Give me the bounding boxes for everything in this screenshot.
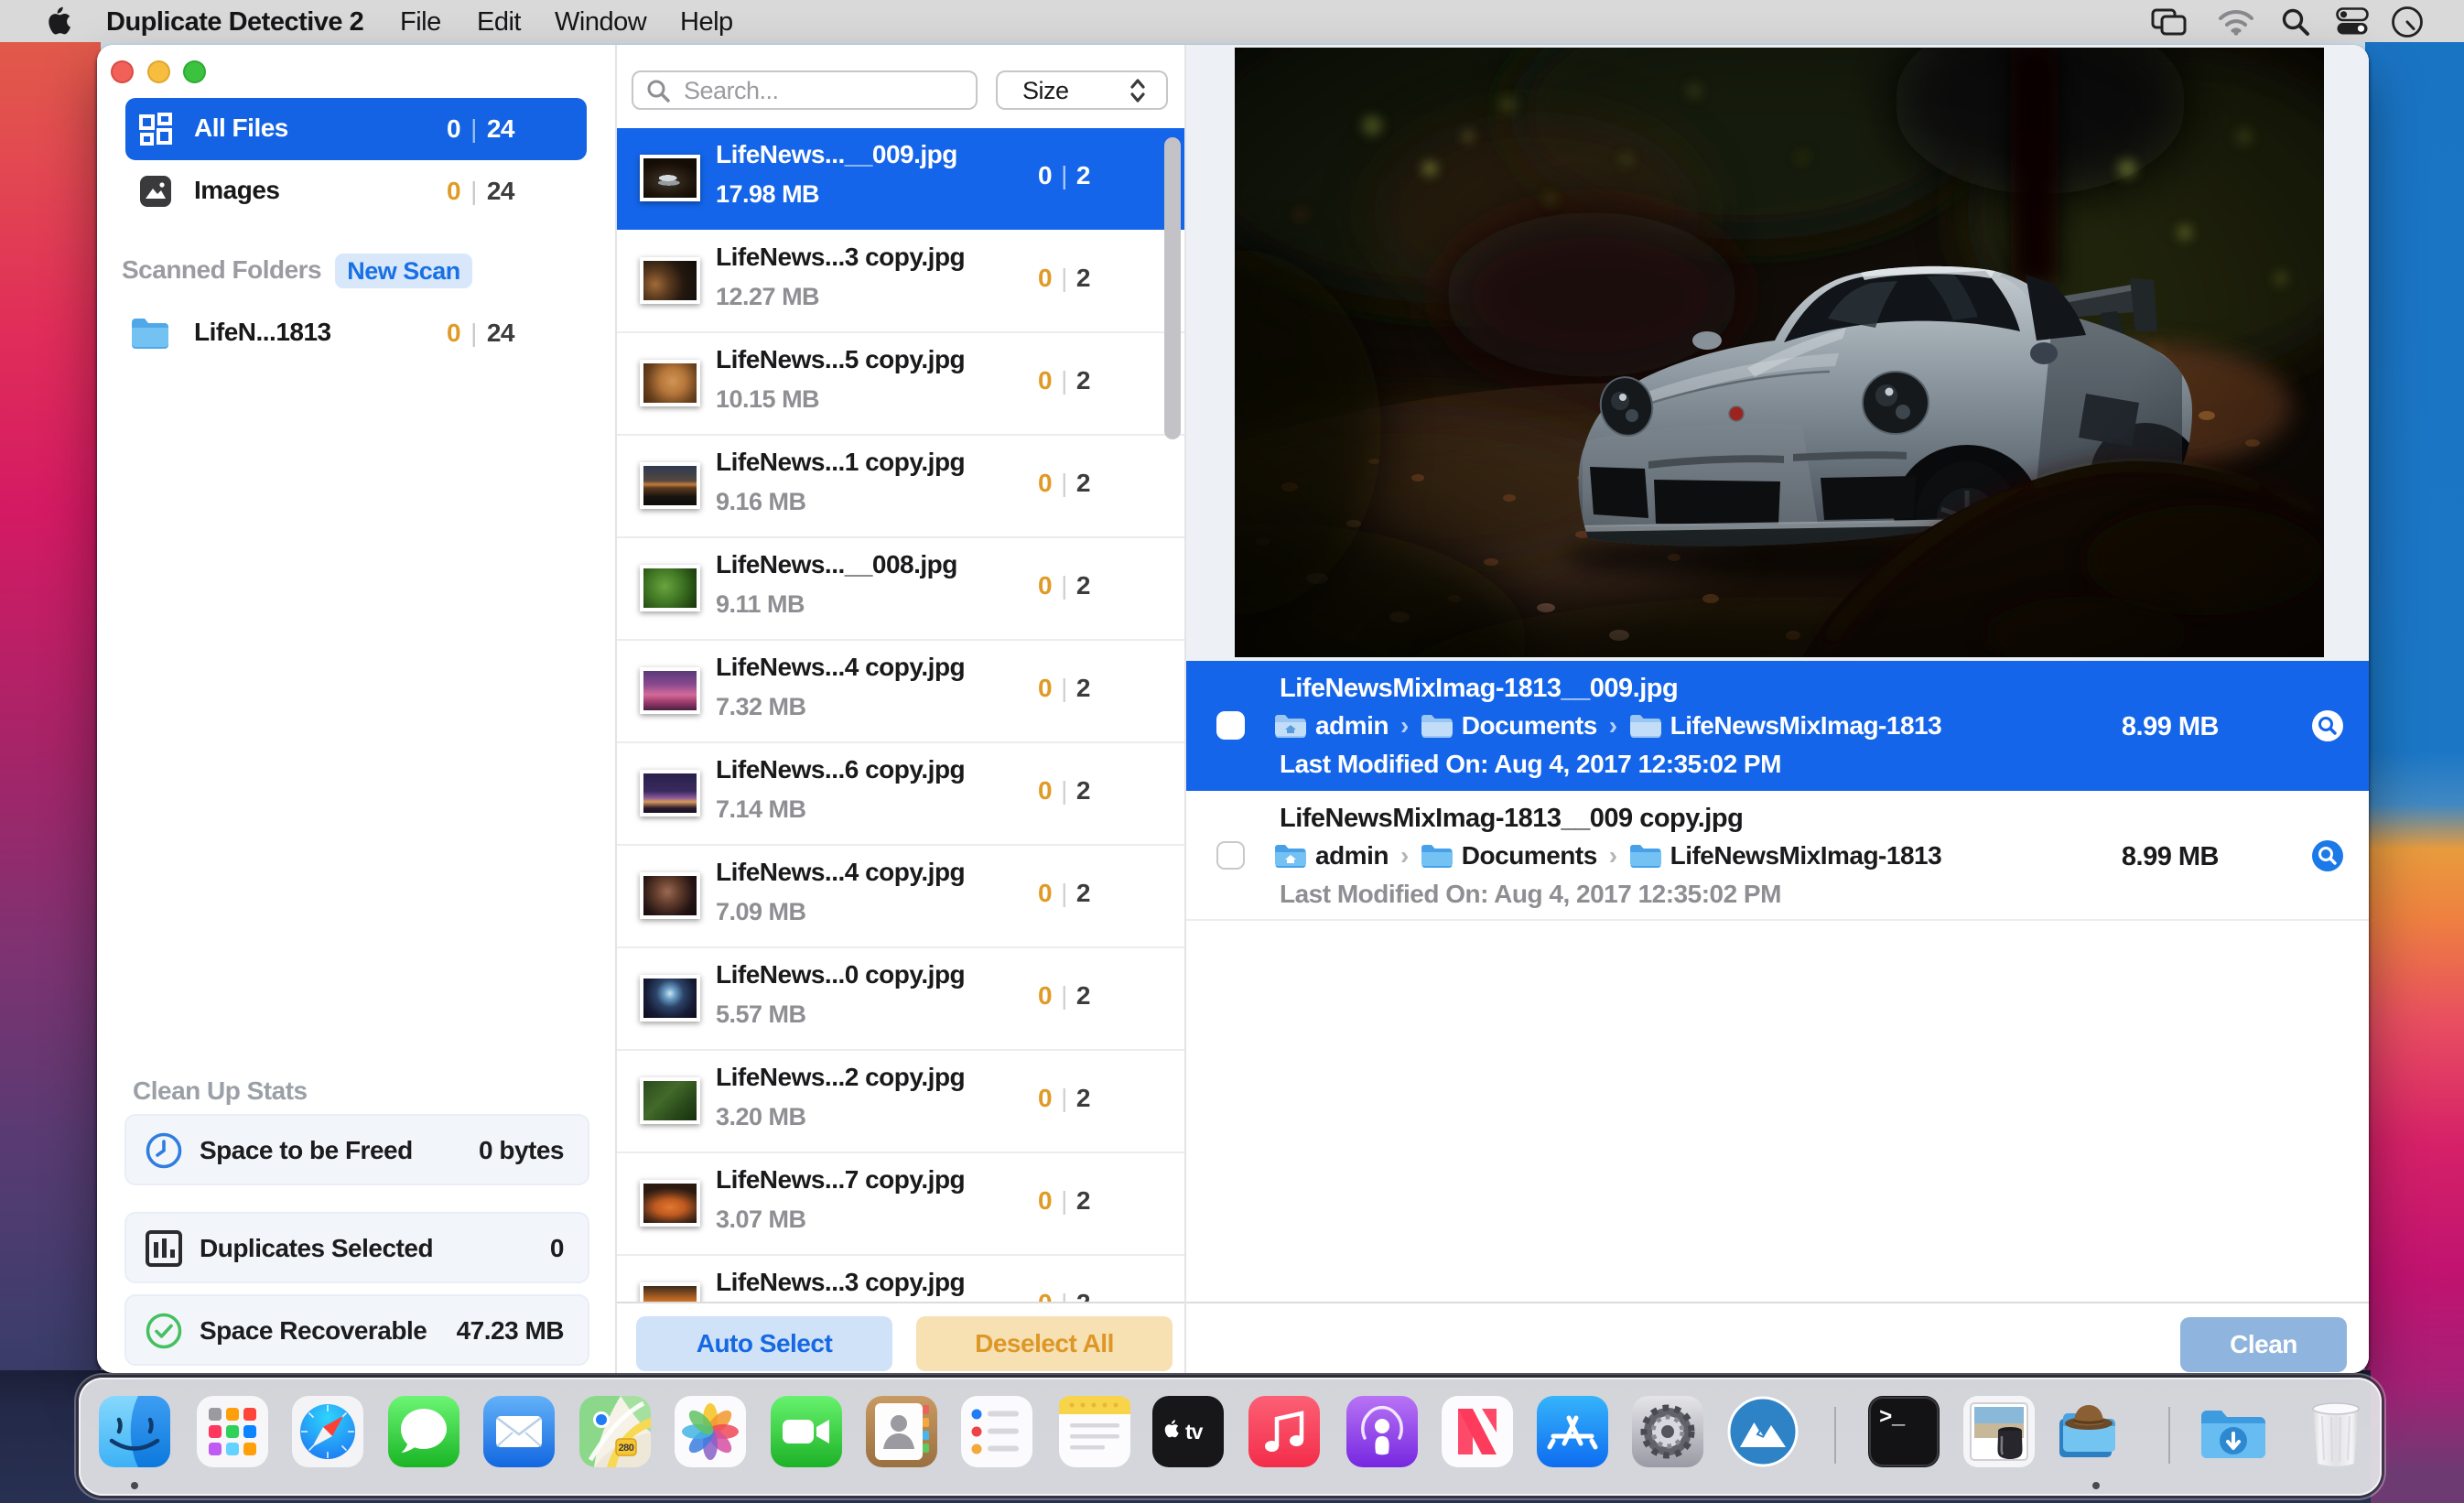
svg-text:tv: tv <box>1185 1420 1204 1444</box>
svg-text:280: 280 <box>619 1443 634 1454</box>
svg-text:>_: >_ <box>1879 1406 1906 1431</box>
